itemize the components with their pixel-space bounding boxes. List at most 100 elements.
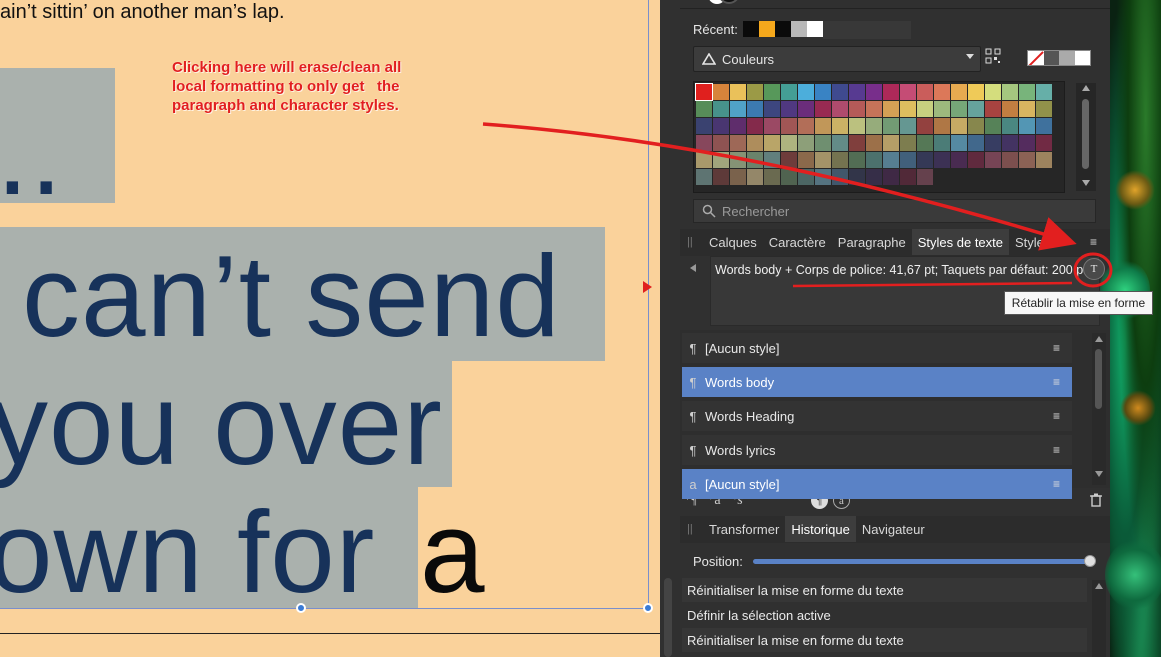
color-swatch[interactable] xyxy=(781,84,797,100)
color-swatch[interactable] xyxy=(781,152,797,168)
color-swatch[interactable] xyxy=(866,118,882,134)
color-swatch[interactable] xyxy=(832,152,848,168)
color-swatch[interactable] xyxy=(781,169,797,185)
tab-4[interactable]: Styles xyxy=(1009,229,1056,255)
color-swatch[interactable] xyxy=(713,135,729,151)
color-swatch[interactable] xyxy=(934,152,950,168)
color-swatch[interactable] xyxy=(696,135,712,151)
color-swatch[interactable] xyxy=(985,84,1001,100)
color-swatch[interactable] xyxy=(832,84,848,100)
color-swatch[interactable] xyxy=(917,152,933,168)
history-position-slider[interactable] xyxy=(753,559,1091,564)
color-swatch[interactable] xyxy=(849,169,865,185)
color-swatch[interactable] xyxy=(934,101,950,117)
collapse-arrow-icon[interactable] xyxy=(690,264,696,272)
color-swatch[interactable] xyxy=(798,135,814,151)
color-swatch[interactable] xyxy=(951,101,967,117)
color-swatch[interactable] xyxy=(883,169,899,185)
color-swatch[interactable] xyxy=(900,135,916,151)
color-swatch[interactable] xyxy=(1036,152,1052,168)
style-item[interactable]: ¶ Words body ≡ xyxy=(682,367,1072,397)
color-swatch[interactable] xyxy=(917,118,933,134)
color-swatch[interactable] xyxy=(917,101,933,117)
color-swatch[interactable] xyxy=(985,135,1001,151)
color-swatch[interactable] xyxy=(849,135,865,151)
recent-swatch[interactable] xyxy=(743,21,759,37)
swatch-dark[interactable] xyxy=(1043,51,1059,65)
color-swatch[interactable] xyxy=(696,118,712,134)
studio-scrollbar[interactable] xyxy=(664,578,672,657)
color-swatch[interactable] xyxy=(883,101,899,117)
scroll-thumb[interactable] xyxy=(1082,99,1089,169)
color-swatch[interactable] xyxy=(917,169,933,185)
scroll-thumb[interactable] xyxy=(1095,349,1102,409)
color-swatch[interactable] xyxy=(1036,101,1052,117)
document-canvas[interactable]: ain’t sittin’ on another man’s lap. .. c… xyxy=(0,0,660,657)
tab-1[interactable]: Historique xyxy=(785,516,856,542)
color-swatch[interactable] xyxy=(1036,118,1052,134)
selected-text-line-1[interactable]: can’t send xyxy=(22,238,561,354)
color-swatch[interactable] xyxy=(695,83,713,101)
color-swatch[interactable] xyxy=(832,118,848,134)
trash-icon[interactable] xyxy=(1090,493,1102,507)
scroll-up-icon[interactable] xyxy=(1082,85,1090,91)
color-swatch[interactable] xyxy=(1002,135,1018,151)
style-item[interactable]: ¶ [Aucun style] ≡ xyxy=(682,333,1072,363)
scroll-up-icon[interactable] xyxy=(1095,583,1103,589)
recent-swatch[interactable] xyxy=(791,21,807,37)
color-swatch[interactable] xyxy=(934,84,950,100)
color-swatch[interactable] xyxy=(730,169,746,185)
color-swatch[interactable] xyxy=(747,135,763,151)
color-swatch[interactable] xyxy=(1002,84,1018,100)
resize-handle[interactable] xyxy=(296,603,306,613)
color-swatch[interactable] xyxy=(747,118,763,134)
color-swatch[interactable] xyxy=(900,84,916,100)
color-swatch[interactable] xyxy=(1019,135,1035,151)
scroll-up-icon[interactable] xyxy=(1095,336,1103,342)
grip-icon[interactable]: || xyxy=(687,523,693,535)
color-swatch[interactable] xyxy=(866,152,882,168)
color-swatch[interactable] xyxy=(900,118,916,134)
unselected-text[interactable]: a xyxy=(420,494,486,610)
tab-3[interactable]: Styles de texte xyxy=(911,229,1010,255)
color-swatch[interactable] xyxy=(1036,84,1052,100)
color-swatch[interactable] xyxy=(730,101,746,117)
color-swatch[interactable] xyxy=(730,135,746,151)
color-swatch[interactable] xyxy=(798,152,814,168)
color-swatch[interactable] xyxy=(866,84,882,100)
color-swatch[interactable] xyxy=(815,152,831,168)
history-scrollbar[interactable] xyxy=(1092,580,1106,657)
selected-text-line-2[interactable]: you over xyxy=(0,366,443,482)
color-swatch[interactable] xyxy=(951,135,967,151)
style-item[interactable]: ¶ Words Heading ≡ xyxy=(682,401,1072,431)
color-swatch[interactable] xyxy=(798,169,814,185)
color-swatch[interactable] xyxy=(951,84,967,100)
history-item[interactable]: Réinitialiser la mise en forme du texte xyxy=(682,578,1087,602)
color-swatch[interactable] xyxy=(781,101,797,117)
grip-icon[interactable]: || xyxy=(687,236,693,248)
swatch-light[interactable] xyxy=(1074,51,1090,65)
color-swatch[interactable] xyxy=(900,101,916,117)
color-swatch[interactable] xyxy=(883,118,899,134)
color-swatch[interactable] xyxy=(883,84,899,100)
panel-menu-icon[interactable]: ≡ xyxy=(1090,235,1097,249)
color-swatch[interactable] xyxy=(900,169,916,185)
color-swatch[interactable] xyxy=(968,152,984,168)
style-item[interactable]: ¶ Words lyrics ≡ xyxy=(682,435,1072,465)
color-swatch[interactable] xyxy=(747,101,763,117)
color-swatch[interactable] xyxy=(764,152,780,168)
color-swatch[interactable] xyxy=(815,101,831,117)
recent-swatch[interactable] xyxy=(759,21,775,37)
color-swatch[interactable] xyxy=(730,118,746,134)
recent-swatch[interactable] xyxy=(775,21,791,37)
color-swatch[interactable] xyxy=(764,101,780,117)
swatch-mid[interactable] xyxy=(1059,51,1075,65)
color-swatch[interactable] xyxy=(917,84,933,100)
tab-1[interactable]: Caractère xyxy=(763,229,832,255)
color-swatch[interactable] xyxy=(696,169,712,185)
history-item[interactable]: Définir la sélection active xyxy=(682,603,1087,627)
color-swatch[interactable] xyxy=(798,101,814,117)
color-swatch[interactable] xyxy=(815,118,831,134)
color-swatch[interactable] xyxy=(747,152,763,168)
color-swatch[interactable] xyxy=(798,84,814,100)
